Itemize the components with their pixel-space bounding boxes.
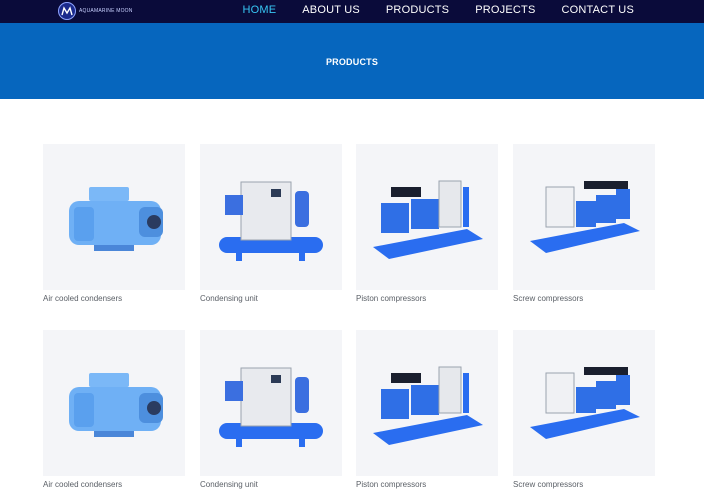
page-title: PRODUCTS: [325, 57, 379, 67]
condensing-unit-image[interactable]: [200, 144, 342, 290]
logo-text: AQUAMARINE MOON: [79, 8, 133, 14]
product-card[interactable]: Screw compressors: [513, 144, 655, 303]
product-name[interactable]: Air cooled condensers: [43, 480, 185, 489]
product-card[interactable]: Piston compressors: [356, 330, 498, 489]
product-card[interactable]: Air cooled condensers: [43, 144, 185, 303]
top-navigation-bar: AQUAMARINE MOON HOME ABOUT US PRODUCTS P…: [0, 0, 704, 23]
compressor-image[interactable]: [43, 144, 185, 290]
product-name[interactable]: Screw compressors: [513, 294, 655, 303]
screw-rack-image[interactable]: [513, 330, 655, 476]
product-name[interactable]: Condensing unit: [200, 480, 342, 489]
product-card[interactable]: Screw compressors: [513, 330, 655, 489]
nav-projects[interactable]: PROJECTS: [475, 4, 535, 16]
product-name[interactable]: Piston compressors: [356, 480, 498, 489]
screw-rack-image[interactable]: [513, 144, 655, 290]
product-card[interactable]: Condensing unit: [200, 330, 342, 489]
nav-home[interactable]: HOME: [242, 4, 276, 16]
product-card[interactable]: Piston compressors: [356, 144, 498, 303]
product-card[interactable]: Air cooled condensers: [43, 330, 185, 489]
product-name[interactable]: Piston compressors: [356, 294, 498, 303]
logo[interactable]: AQUAMARINE MOON: [58, 1, 138, 21]
product-name[interactable]: Condensing unit: [200, 294, 342, 303]
piston-rack-image[interactable]: [356, 330, 498, 476]
nav-contact-us[interactable]: CONTACT US: [562, 4, 635, 16]
logo-mark-icon: [58, 2, 76, 20]
nav-products[interactable]: PRODUCTS: [386, 4, 449, 16]
compressor-image[interactable]: [43, 330, 185, 476]
page-banner: PRODUCTS: [0, 23, 704, 99]
product-name[interactable]: Screw compressors: [513, 480, 655, 489]
product-name[interactable]: Air cooled condensers: [43, 294, 185, 303]
nav-about-us[interactable]: ABOUT US: [302, 4, 360, 16]
main-nav: HOME ABOUT US PRODUCTS PROJECTS CONTACT …: [216, 0, 634, 20]
condensing-unit-image[interactable]: [200, 330, 342, 476]
piston-rack-image[interactable]: [356, 144, 498, 290]
product-card[interactable]: Condensing unit: [200, 144, 342, 303]
